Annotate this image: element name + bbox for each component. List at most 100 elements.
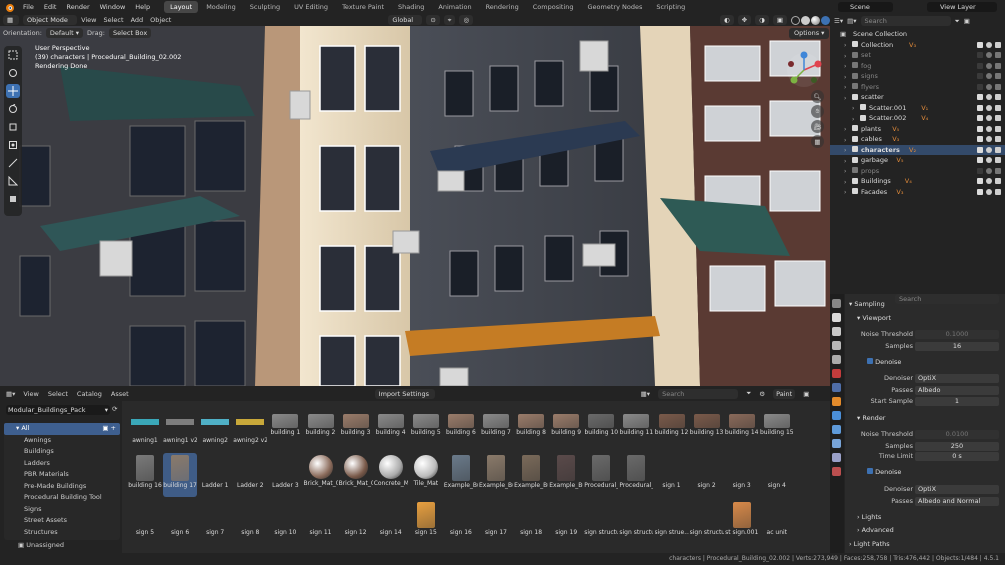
exclude-checkbox[interactable]	[977, 136, 983, 142]
asset-tile[interactable]: Ladder 3	[268, 453, 302, 497]
exclude-checkbox[interactable]	[977, 94, 983, 100]
mode-dropdown[interactable]: Object Mode ▾	[22, 15, 78, 34]
wireframe-shading-icon[interactable]	[791, 15, 800, 25]
measure-tool-icon[interactable]	[6, 174, 20, 188]
asset-tile[interactable]: sign 19	[549, 500, 583, 544]
screenshot-icon[interactable]: ▣	[803, 390, 809, 398]
outliner-row-garbage[interactable]: › garbage V₅	[830, 155, 1005, 166]
asset-tile[interactable]: awning2 v2	[233, 406, 267, 450]
outliner-root[interactable]: ▣ Scene Collection	[830, 29, 1005, 40]
asset-tile[interactable]: sign 4	[760, 453, 794, 497]
eye-icon[interactable]	[986, 52, 992, 58]
camera-icon[interactable]	[995, 136, 1001, 142]
rotate-tool-icon[interactable]	[6, 102, 20, 116]
outliner-row-cables[interactable]: › cables V₃	[830, 134, 1005, 145]
view-layer-tab-icon[interactable]	[832, 341, 841, 350]
object-tab-icon[interactable]	[832, 397, 841, 406]
light-paths-section-header[interactable]: › Light Paths	[849, 540, 890, 548]
material-tab-icon[interactable]	[832, 467, 841, 476]
camera-icon[interactable]	[995, 104, 1001, 111]
asset-library-dropdown[interactable]: Modular_Buildings_Pack ▾	[6, 405, 110, 415]
outliner-row-buildings[interactable]: › Buildings V₄	[830, 176, 1005, 187]
asset-tile[interactable]: building 1	[268, 406, 302, 450]
asset-tile[interactable]: awning1	[128, 406, 162, 450]
asset-tile[interactable]: awning2	[198, 406, 232, 450]
outliner-row-plants[interactable]: › plants V₅	[830, 124, 1005, 135]
scene-selector[interactable]: Scene	[838, 2, 893, 12]
exclude-checkbox[interactable]	[977, 146, 983, 153]
exclude-checkbox[interactable]	[977, 83, 983, 90]
physics-tab-icon[interactable]	[832, 439, 841, 448]
render-denoiser-dropdown[interactable]: OptiX	[915, 485, 999, 494]
filter-icon[interactable]: ⏷	[746, 389, 751, 398]
outliner-row-facades[interactable]: › Facades V₃	[830, 187, 1005, 198]
catalog-procedural-building-tool[interactable]: Procedural Building Tool	[4, 492, 120, 504]
camera-view-icon[interactable]: 🎥︎	[811, 120, 824, 133]
tool-tab-icon[interactable]	[832, 299, 841, 308]
asset-tile[interactable]: building 10	[584, 406, 618, 450]
new-collection-icon[interactable]: ▣	[964, 17, 970, 25]
camera-icon[interactable]	[995, 157, 1001, 163]
menu-edit[interactable]: Edit	[39, 0, 62, 14]
sampling-section-header[interactable]: ▾ Sampling	[849, 300, 885, 308]
asset-tile[interactable]: building 11	[619, 406, 653, 450]
menu-file[interactable]: File	[18, 0, 39, 14]
asset-tile[interactable]: building 4	[374, 406, 408, 450]
eye-icon[interactable]	[986, 62, 992, 69]
exclude-checkbox[interactable]	[977, 104, 983, 111]
display-mode-icon[interactable]: ▤▾	[847, 17, 856, 25]
material-shading-icon[interactable]	[811, 15, 820, 25]
menu-render[interactable]: Render	[61, 0, 94, 14]
asset-tile[interactable]: sign 1	[655, 453, 689, 497]
viewport-menu-add[interactable]: Add	[131, 16, 144, 24]
asset-editor-type-icon[interactable]: ▦▾	[6, 390, 15, 398]
outliner-row-scatter-001[interactable]: › Scatter.001 V₁	[830, 103, 1005, 114]
asset-tile[interactable]: Procedural_Bui..._01	[584, 453, 618, 497]
catalog-pre-made-buildings[interactable]: Pre-Made Buildings	[4, 481, 120, 493]
render-subsection-header[interactable]: ▾ Render	[857, 414, 885, 422]
eye-icon[interactable]	[986, 167, 992, 174]
exclude-checkbox[interactable]	[977, 41, 983, 48]
camera-icon[interactable]	[995, 94, 1001, 100]
exclude-checkbox[interactable]	[977, 73, 983, 79]
asset-tile[interactable]: building 3	[339, 406, 373, 450]
asset-tile[interactable]: Ladder 1	[198, 453, 232, 497]
time-limit-field[interactable]: 0 s	[915, 452, 999, 461]
asset-tile[interactable]: sign structure 9	[619, 500, 653, 544]
cursor-tool-icon[interactable]	[6, 66, 20, 80]
exclude-checkbox[interactable]	[977, 157, 983, 163]
catalog-signs[interactable]: Signs	[4, 504, 120, 516]
pivot-icon[interactable]: ⊙	[426, 15, 440, 25]
outliner-row-flyers[interactable]: › flyers	[830, 82, 1005, 93]
camera-icon[interactable]	[995, 73, 1001, 79]
exclude-checkbox[interactable]	[977, 178, 983, 184]
solid-shading-icon[interactable]	[801, 15, 810, 25]
overlays-icon[interactable]: ◑	[755, 15, 769, 25]
catalog-all[interactable]: ▾ All ▣ +	[4, 423, 120, 435]
catalog-pbr-materials[interactable]: PBR Materials	[4, 469, 120, 481]
import-settings-dropdown[interactable]: Import Settings ▾	[374, 388, 435, 408]
catalog-buildings[interactable]: Buildings	[4, 446, 120, 458]
eye-icon[interactable]	[986, 94, 992, 100]
render-passes-dropdown[interactable]: Albedo and Normal	[915, 497, 999, 506]
camera-icon[interactable]	[995, 83, 1001, 90]
asset-tile[interactable]: sign 6	[163, 500, 197, 544]
expand-arrow-icon[interactable]: ›	[844, 188, 846, 199]
view-layer-selector[interactable]: View Layer	[927, 2, 997, 12]
transform-orientation-dropdown[interactable]: Global ▾	[388, 15, 423, 34]
render-noise-threshold-field[interactable]: 0.0100	[915, 430, 999, 439]
outliner-row-fog[interactable]: › fog	[830, 61, 1005, 72]
proportional-edit-icon[interactable]: ◎	[459, 15, 474, 25]
asset-tile[interactable]: building 16	[128, 453, 162, 497]
exclude-checkbox[interactable]	[977, 188, 983, 195]
asset-tile[interactable]: building 13	[690, 406, 724, 450]
asset-tile[interactable]: ac unit	[760, 500, 794, 544]
asset-menu-asset[interactable]: Asset	[111, 390, 129, 398]
exclude-checkbox[interactable]	[977, 167, 983, 174]
asset-tile[interactable]: sign 17	[479, 500, 513, 544]
asset-tile[interactable]: Example_Buil..._03	[514, 453, 548, 497]
asset-tile[interactable]: building 15	[760, 406, 794, 450]
render-tab-icon[interactable]	[832, 313, 841, 322]
modifier-tab-icon[interactable]	[832, 411, 841, 420]
asset-tile[interactable]: sign 11	[304, 500, 338, 544]
